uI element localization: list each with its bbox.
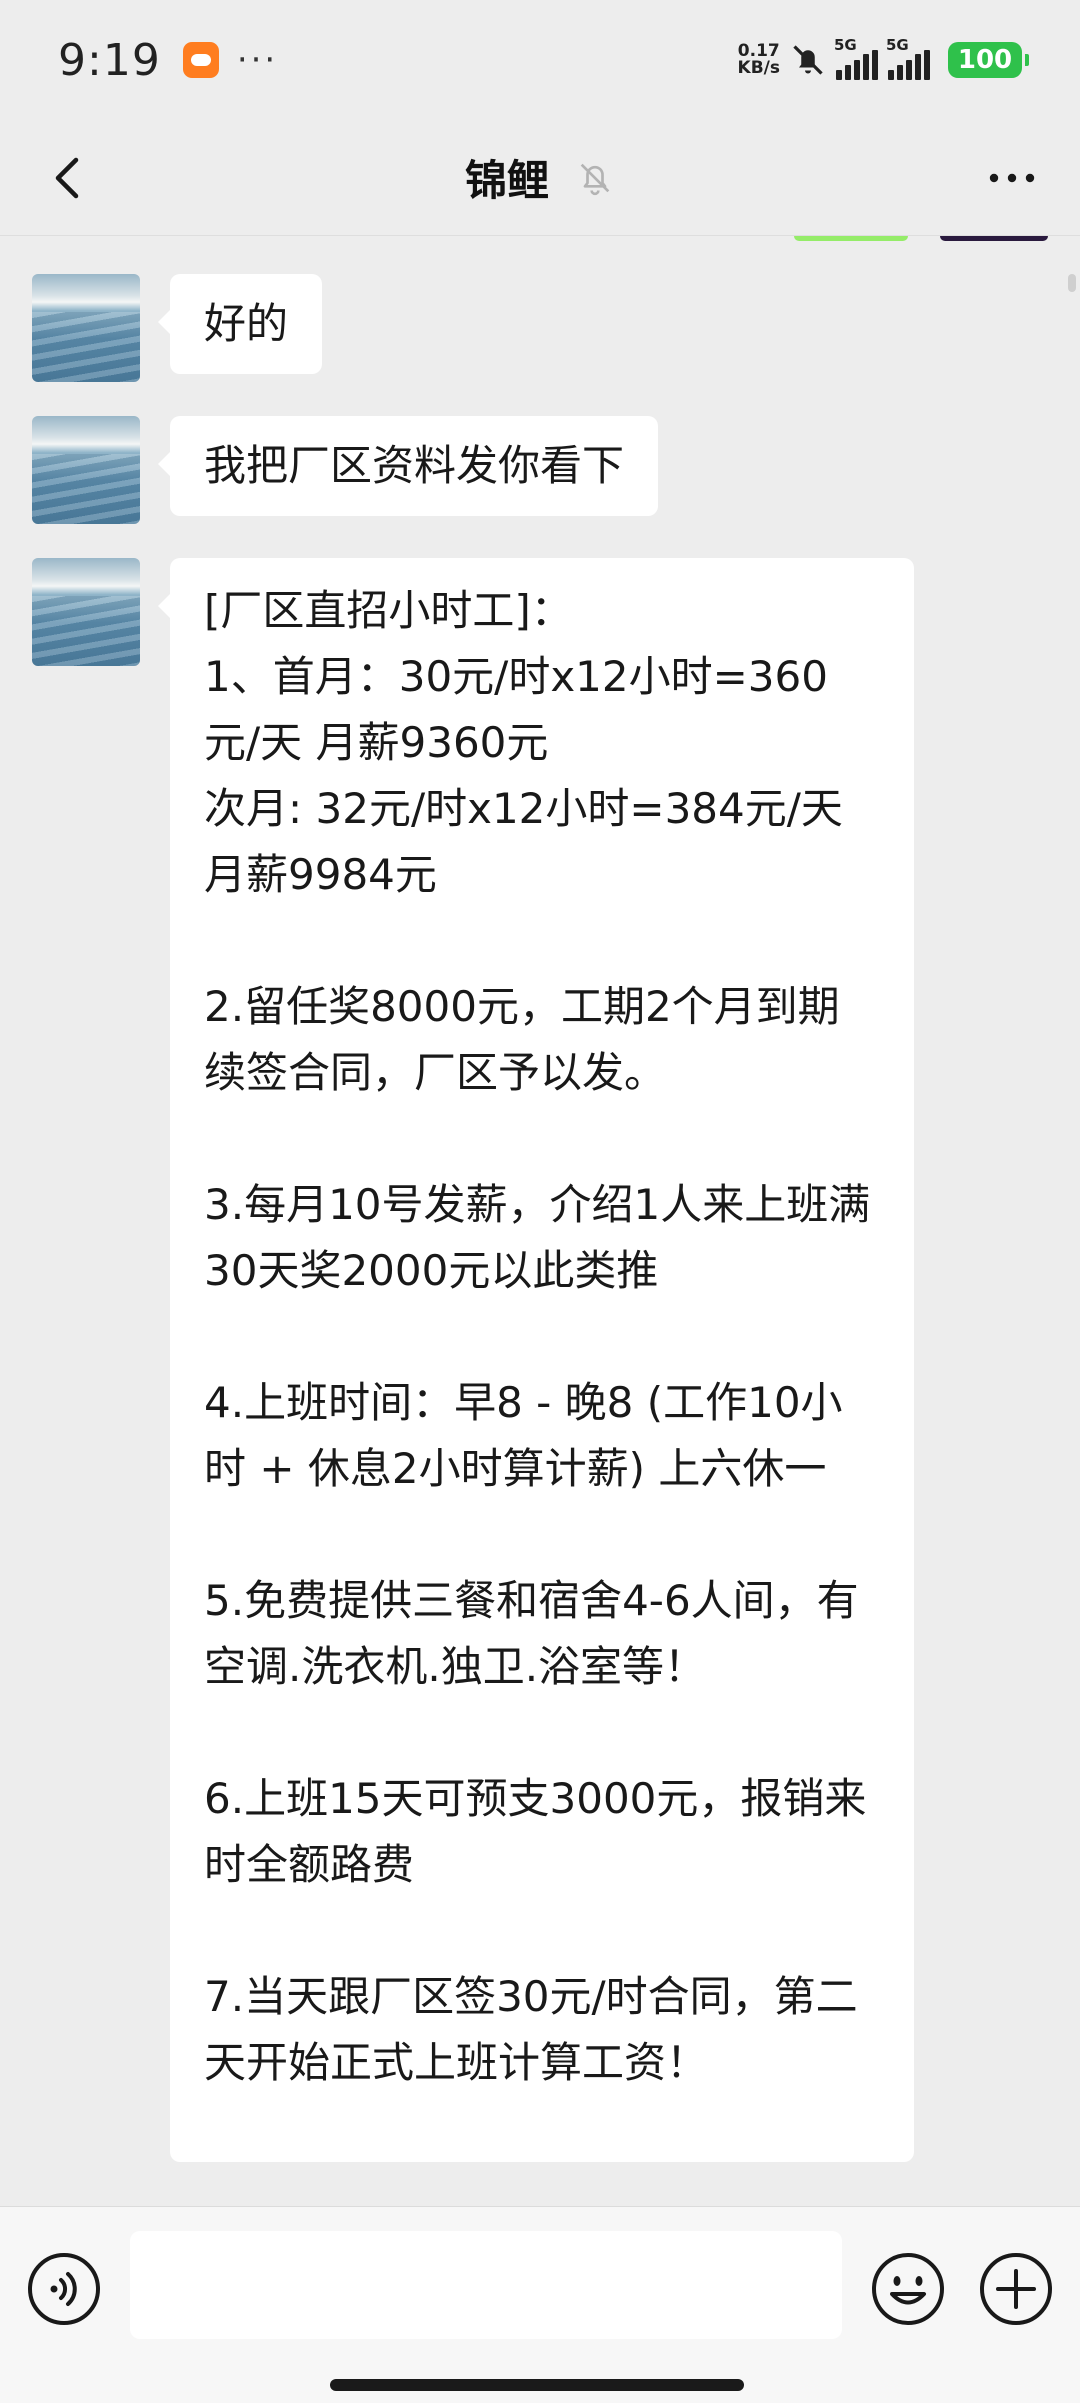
avatar[interactable] <box>32 416 140 524</box>
message-line: 5.免费提供三餐和宿舍4-6人间，有空调.洗衣机.独卫.浴室等！ <box>204 1576 859 1691</box>
message-line: 次月: 32元/时x12小时=384元/天 月薪9984元 <box>204 784 843 899</box>
status-bar: 9:19 ··· 0.17 KB/s 5G 5G 100 <box>0 0 1080 120</box>
message-line: 6.上班15天可预支3000元，报销来时全额路费 <box>204 1774 867 1889</box>
more-dots-icon[interactable] <box>982 148 1042 208</box>
message-line: 2.留任奖8000元，工期2个月到期续签合同，厂区予以发。 <box>204 982 840 1097</box>
signal-strength-icon-2: 5G <box>886 36 930 80</box>
sent-message-edge <box>794 236 908 241</box>
chat-title: 锦鲤 <box>464 156 549 205</box>
plus-icon[interactable] <box>978 2251 1054 2327</box>
message-bubble-long[interactable]: [厂区直招小时工]： 1、首月：30元/时x12小时=360元/天 月薪9360… <box>158 558 914 2162</box>
message-line: 4.上班时间：早8 - 晚8 (工作10小时 + 休息2小时算计薪) 上六休一 <box>204 1378 843 1493</box>
status-indicators: 0.17 KB/s 5G 5G 100 <box>737 36 1029 80</box>
message-input[interactable] <box>130 2231 842 2339</box>
message-bubble[interactable]: 我把厂区资料发你看下 <box>157 416 659 516</box>
message-bubble[interactable]: 好的 <box>157 274 323 374</box>
message-row: 好的 <box>32 274 323 382</box>
voice-icon[interactable] <box>26 2251 102 2327</box>
message-row: 我把厂区资料发你看下 <box>32 416 659 524</box>
chevron-left-icon[interactable] <box>40 148 100 208</box>
scrollbar[interactable] <box>1068 274 1076 292</box>
avatar[interactable] <box>32 274 140 382</box>
emoji-icon[interactable] <box>870 2251 946 2327</box>
chat-header: 锦鲤 <box>0 120 1080 236</box>
signal-strength-icon: 5G <box>834 36 878 80</box>
message-text: 好的 <box>204 299 289 348</box>
avatar[interactable] <box>32 558 140 666</box>
mute-bell-icon <box>580 163 610 195</box>
network-speed: 0.17 KB/s <box>737 41 780 78</box>
input-bar <box>0 2206 1080 2403</box>
message-row: [厂区直招小时工]： 1、首月：30元/时x12小时=360元/天 月薪9360… <box>32 558 914 2162</box>
battery-indicator: 100 <box>948 42 1029 78</box>
message-line: 3.每月10号发薪，介绍1人来上班满30天奖2000元以此类推 <box>204 1180 871 1295</box>
sent-image-edge <box>940 236 1048 241</box>
header-title-group: 锦鲤 <box>465 147 615 208</box>
chat-area[interactable]: 好的 我把厂区资料发你看下 [厂区直招小时工]： 1、首月：30元/时x12小时… <box>0 236 1080 2206</box>
home-indicator[interactable] <box>330 2379 744 2391</box>
message-line: 1、首月：30元/时x12小时=360元/天 月薪9360元 <box>204 652 828 767</box>
message-line: 7.当天跟厂区签30元/时合同，第二天开始正式上班计算工资！ <box>204 1972 858 2087</box>
app-notification-icon <box>182 42 219 78</box>
bell-off-icon <box>793 45 823 75</box>
message-line: [厂区直招小时工]： <box>204 586 573 635</box>
status-time: 9:19 <box>58 34 161 86</box>
message-text: 我把厂区资料发你看下 <box>204 441 625 490</box>
more-notifications-icon: ··· <box>236 40 279 80</box>
